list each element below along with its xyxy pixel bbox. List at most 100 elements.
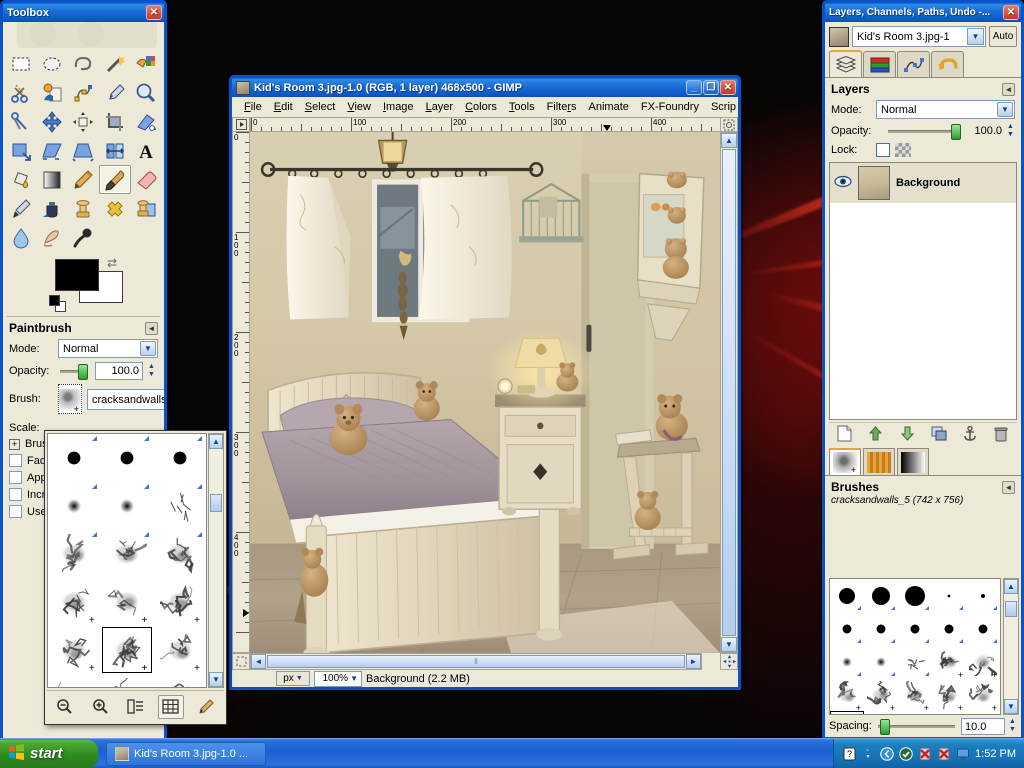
airbrush-tool[interactable] (5, 194, 36, 223)
chevron-down-icon[interactable]: ▼ (140, 341, 156, 356)
brush-swatch[interactable]: + (966, 678, 1000, 713)
brush-preview-button[interactable]: + (58, 384, 82, 414)
menu-animate[interactable]: Animate (583, 99, 635, 115)
toolbox-titlebar[interactable]: Toolbox ✕ (0, 0, 167, 22)
perspective-clone-tool[interactable] (131, 194, 162, 223)
start-button[interactable]: start (0, 739, 98, 768)
selection-indicator[interactable] (232, 653, 250, 670)
brush-name-value[interactable]: cracksandwalls_5 (87, 388, 164, 410)
brush-swatch[interactable]: + (830, 678, 864, 713)
image-window-titlebar[interactable]: Kid's Room 3.jpg-1.0 (RGB, 1 layer) 468x… (229, 75, 741, 97)
menu-select[interactable]: Select (299, 99, 342, 115)
free-select-tool[interactable] (68, 49, 99, 78)
brush-swatch[interactable] (966, 612, 1000, 645)
brush-swatch[interactable]: + (101, 578, 154, 626)
close-button[interactable]: ✕ (720, 80, 736, 95)
scroll-left-icon[interactable]: ◄ (251, 654, 266, 669)
spacing-stepper[interactable]: ▲ ▼ (1009, 718, 1017, 734)
mode-select[interactable]: Normal ▼ (58, 339, 158, 358)
brushes-tab[interactable]: + (829, 448, 861, 475)
incremental-checkbox[interactable] (9, 488, 22, 501)
brush-swatch[interactable]: + (153, 674, 206, 687)
brushes-scrollbar[interactable]: ▲ ▼ (1003, 578, 1019, 715)
scrollbar-thumb[interactable] (210, 494, 222, 512)
scroll-right-icon[interactable]: ► (686, 654, 701, 669)
rotate-tool[interactable] (131, 107, 162, 136)
brush-swatch[interactable]: + (966, 645, 1000, 680)
zoom-tool[interactable] (131, 78, 162, 107)
layer-opacity-stepper[interactable]: ▲ ▼ (1007, 123, 1015, 139)
brush-swatch[interactable] (898, 612, 932, 645)
table-row[interactable]: Background (830, 163, 1016, 203)
brush-swatch[interactable]: + (153, 626, 206, 674)
scale-tool[interactable] (5, 136, 36, 165)
edit-brush-icon[interactable] (193, 695, 219, 719)
brush-swatch[interactable] (153, 434, 206, 482)
vscroll-thumb[interactable] (722, 149, 736, 636)
perspective-tool[interactable] (68, 136, 99, 165)
layers-tab[interactable] (829, 50, 862, 77)
scrollbar-thumb[interactable] (1005, 601, 1017, 617)
brush-swatch[interactable] (932, 579, 966, 612)
ink-tool[interactable] (36, 194, 67, 223)
undo-history-tab[interactable] (931, 51, 964, 77)
image-canvas[interactable] (250, 132, 720, 653)
blur-sharpen-tool[interactable] (5, 223, 36, 252)
lock-alpha-checkbox[interactable] (876, 143, 890, 157)
fade-out-checkbox[interactable] (9, 454, 22, 467)
brush-swatch[interactable]: + (153, 578, 206, 626)
eye-icon[interactable] (834, 175, 852, 191)
brush-swatch[interactable]: + (48, 578, 101, 626)
menu-shortcut-button[interactable] (232, 117, 250, 132)
shear-tool[interactable] (36, 136, 67, 165)
brush-swatch[interactable] (864, 645, 898, 678)
maximize-button[interactable]: ❐ (703, 80, 719, 95)
brush-popup-scrollbar[interactable]: ▲ ▼ (208, 433, 224, 688)
brush-swatch[interactable] (153, 530, 206, 578)
brush-swatch[interactable]: + (898, 678, 932, 713)
rect-select-tool[interactable] (5, 49, 36, 78)
anchor-icon[interactable] (959, 424, 981, 444)
brush-swatch[interactable]: + (101, 626, 154, 674)
brush-swatch[interactable] (864, 579, 898, 612)
heal-tool[interactable] (99, 194, 130, 223)
brush-swatch[interactable] (830, 645, 864, 678)
menu-filters[interactable]: Filters (541, 99, 583, 115)
ellipse-select-tool[interactable] (36, 49, 67, 78)
brush-swatch[interactable] (898, 579, 932, 612)
brush-swatch[interactable]: + (48, 674, 101, 687)
gradients-tab[interactable] (897, 448, 929, 475)
canvas-vertical-scrollbar[interactable]: ▲ ▼ (720, 132, 738, 653)
brushes-menu-icon[interactable]: ◄ (1002, 480, 1015, 494)
zoom-select[interactable]: 100% ▼ (314, 670, 362, 687)
image-select[interactable]: Kid's Room 3.jpg-1 ▼ (852, 26, 986, 47)
color-picker-tool[interactable] (99, 78, 130, 107)
scroll-down-icon[interactable]: ▼ (721, 637, 737, 652)
brush-swatch[interactable] (101, 530, 154, 578)
swap-colors-icon[interactable]: ⇄ (107, 256, 117, 270)
help-icon[interactable]: ? (842, 747, 856, 761)
brush-swatch[interactable] (898, 645, 932, 678)
brush-swatch[interactable] (48, 482, 101, 530)
brush-swatch[interactable] (932, 612, 966, 645)
smudge-tool[interactable] (36, 223, 67, 252)
zoom-in-icon[interactable] (87, 695, 113, 719)
zoom-out-icon[interactable] (52, 695, 78, 719)
vertical-ruler[interactable]: 0 1 0 0 2 0 0 3 0 0 4 0 0 (232, 132, 250, 653)
minimize-button[interactable]: _ (686, 80, 702, 95)
spacing-slider-knob[interactable] (879, 718, 890, 735)
select-by-color-tool[interactable] (131, 49, 162, 78)
layer-mode-select[interactable]: Normal ▼ (876, 100, 1015, 119)
crop-tool[interactable] (99, 107, 130, 136)
down-arrow-icon[interactable] (896, 424, 918, 444)
brush-swatch[interactable] (101, 434, 154, 482)
paintbrush-tool[interactable] (99, 165, 131, 194)
grid-view-icon[interactable] (157, 694, 184, 719)
scroll-down-icon[interactable]: ▼ (1004, 699, 1018, 714)
menu-fx-foundry[interactable]: FX-Foundry (635, 99, 705, 115)
scroll-down-icon[interactable]: ▼ (209, 672, 223, 687)
paths-tool[interactable] (68, 78, 99, 107)
spacing-slider[interactable] (877, 718, 955, 735)
layer-opacity-value[interactable]: 100.0 (968, 125, 1002, 137)
scroll-up-icon[interactable]: ▲ (209, 434, 223, 449)
